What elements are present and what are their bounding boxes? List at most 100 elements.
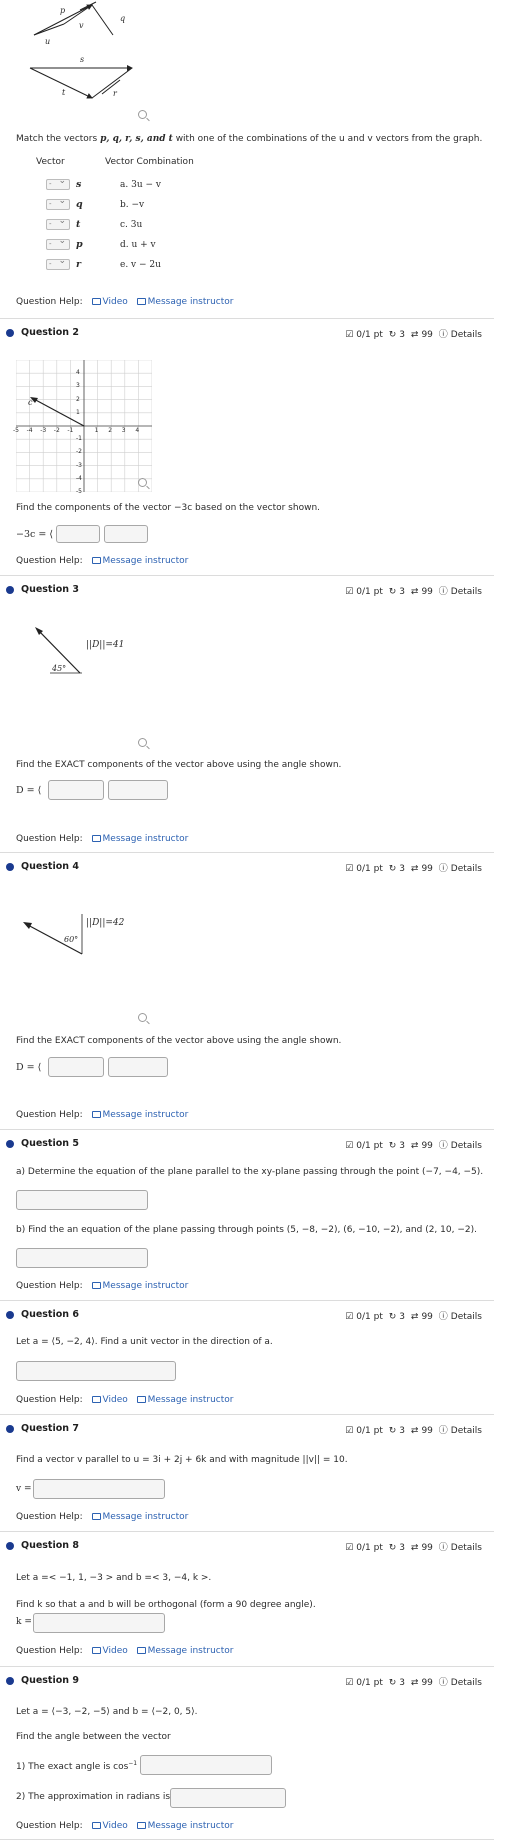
- mail-icon: [136, 1396, 146, 1403]
- match-select-q[interactable]: -: [46, 197, 70, 210]
- divider: [0, 1414, 494, 1415]
- q6-answer-input[interactable]: [16, 1361, 176, 1381]
- attempts-icon: ⇄: [410, 1312, 419, 1322]
- question-meta: ☑ 0/1 pt ↻ 3 ⇄ 99 ⓘ Details: [345, 1312, 482, 1322]
- retry-icon: ↻: [388, 864, 397, 874]
- divider: [0, 1839, 494, 1840]
- q2-x-component-input[interactable]: [56, 525, 100, 543]
- q2-coordinate-grid: [16, 360, 152, 492]
- q2-answer-label: −3c = ⟨: [16, 529, 54, 540]
- q4-x-component-input[interactable]: [48, 1057, 104, 1077]
- q4-answer-label: D = ⟨: [16, 1062, 42, 1073]
- details-link[interactable]: Details: [451, 864, 482, 874]
- message-instructor-link[interactable]: Message instructor: [91, 1281, 188, 1291]
- video-link[interactable]: Video: [91, 1646, 128, 1656]
- status-dot: [6, 586, 14, 594]
- message-instructor-link[interactable]: Message instructor: [91, 1512, 188, 1522]
- x-tick-label: -3: [40, 427, 47, 434]
- video-link[interactable]: Video: [91, 297, 128, 307]
- question-meta: ☑ 0/1 pt ↻ 3 ⇄ 99 ⓘ Details: [345, 1543, 482, 1553]
- q1-prompt: Match the vectors p, q, r, s, and t with…: [16, 134, 483, 144]
- q3-x-component-input[interactable]: [48, 780, 104, 800]
- attempts-icon: ⇄: [410, 1426, 419, 1436]
- zoom-icon[interactable]: [138, 110, 147, 119]
- details-link[interactable]: Details: [451, 587, 482, 597]
- score-icon: ☑: [345, 1141, 354, 1151]
- q7-answer-label: v =: [16, 1484, 32, 1494]
- details-link[interactable]: Details: [451, 330, 482, 340]
- mail-icon: [136, 1647, 146, 1654]
- q5-part-a-input[interactable]: [16, 1190, 148, 1210]
- q1-vector-figure: [29, 1, 133, 99]
- video-icon: [91, 1822, 101, 1829]
- attempts-icon: ⇄: [410, 330, 419, 340]
- q4-help-row: Question Help: Message instructor: [16, 1110, 189, 1120]
- row-vector-s: s: [76, 179, 82, 190]
- details-link[interactable]: Details: [451, 1543, 482, 1553]
- retry-icon: ↻: [388, 1312, 397, 1322]
- x-tick-label: 1: [94, 427, 99, 434]
- zoom-icon[interactable]: [138, 478, 147, 487]
- label-q: q: [120, 14, 126, 23]
- score-icon: ☑: [345, 864, 354, 874]
- q9-part-1-label: 1) The exact angle is cos−1: [16, 1760, 138, 1772]
- col-vector-header: Vector: [36, 157, 65, 167]
- q5-part-b-input[interactable]: [16, 1248, 148, 1268]
- question-meta: ☑ 0/1 pt ↻ 3 ⇄ 99 ⓘ Details: [345, 1426, 482, 1436]
- q6-prompt: Let a = ⟨5, −2, 4⟩. Find a unit vector i…: [16, 1337, 273, 1347]
- x-tick-label: 2: [108, 427, 113, 434]
- mail-icon: [91, 1111, 101, 1118]
- label-p: p: [60, 6, 66, 15]
- info-icon: ⓘ: [438, 1678, 448, 1688]
- retry-icon: ↻: [388, 587, 397, 597]
- score-icon: ☑: [345, 330, 354, 340]
- message-instructor-link[interactable]: Message instructor: [91, 556, 188, 566]
- details-link[interactable]: Details: [451, 1426, 482, 1436]
- status-dot: [6, 1425, 14, 1433]
- message-instructor-link[interactable]: Message instructor: [91, 834, 188, 844]
- details-link[interactable]: Details: [451, 1678, 482, 1688]
- q5-part-b: b) Find the an equation of the plane pas…: [16, 1225, 477, 1235]
- message-instructor-link[interactable]: Message instructor: [136, 1821, 233, 1831]
- message-instructor-link[interactable]: Message instructor: [136, 1646, 233, 1656]
- retry-icon: ↻: [388, 330, 397, 340]
- zoom-icon[interactable]: [138, 738, 147, 747]
- y-tick-label: 4: [76, 369, 80, 377]
- mail-icon: [91, 835, 101, 842]
- details-link[interactable]: Details: [451, 1141, 482, 1151]
- label-r: r: [113, 89, 117, 98]
- question-meta: ☑ 0/1 pt ↻ 3 ⇄ 99 ⓘ Details: [345, 587, 482, 597]
- divider: [0, 1531, 494, 1532]
- q5-part-a: a) Determine the equation of the plane p…: [16, 1167, 484, 1177]
- match-select-t[interactable]: -: [46, 217, 70, 230]
- q4-y-component-input[interactable]: [108, 1057, 168, 1077]
- video-link[interactable]: Video: [91, 1821, 128, 1831]
- x-tick-label: -5: [13, 427, 19, 434]
- question-8-header: Question 8 ☑ 0/1 pt ↻ 3 ⇄ 99 ⓘ Details: [0, 1537, 494, 1555]
- zoom-icon[interactable]: [138, 1013, 147, 1022]
- message-instructor-link[interactable]: Message instructor: [136, 1395, 233, 1405]
- message-instructor-link[interactable]: Message instructor: [136, 297, 233, 307]
- video-icon: [91, 1396, 101, 1403]
- q3-y-component-input[interactable]: [108, 780, 168, 800]
- info-icon: ⓘ: [438, 1543, 448, 1553]
- q8-answer-input[interactable]: [33, 1613, 165, 1633]
- info-icon: ⓘ: [438, 1426, 448, 1436]
- divider: [0, 1666, 494, 1667]
- q9-radians-input[interactable]: [170, 1788, 286, 1808]
- row-vector-t: t: [76, 219, 81, 230]
- x-tick-label: -2: [53, 427, 60, 434]
- match-select-p[interactable]: -: [46, 237, 70, 250]
- q4-angle: 60°: [64, 935, 79, 944]
- q9-exact-angle-input[interactable]: [140, 1755, 272, 1775]
- q7-answer-input[interactable]: [33, 1479, 165, 1499]
- details-link[interactable]: Details: [451, 1312, 482, 1322]
- info-icon: ⓘ: [438, 1141, 448, 1151]
- match-select-s[interactable]: -: [46, 177, 70, 190]
- video-link[interactable]: Video: [91, 1395, 128, 1405]
- q2-y-component-input[interactable]: [104, 525, 148, 543]
- question-meta: ☑ 0/1 pt ↻ 3 ⇄ 99 ⓘ Details: [345, 1141, 482, 1151]
- q4-prompt: Find the EXACT components of the vector …: [16, 1036, 342, 1046]
- match-select-r[interactable]: -: [46, 257, 70, 270]
- message-instructor-link[interactable]: Message instructor: [91, 1110, 188, 1120]
